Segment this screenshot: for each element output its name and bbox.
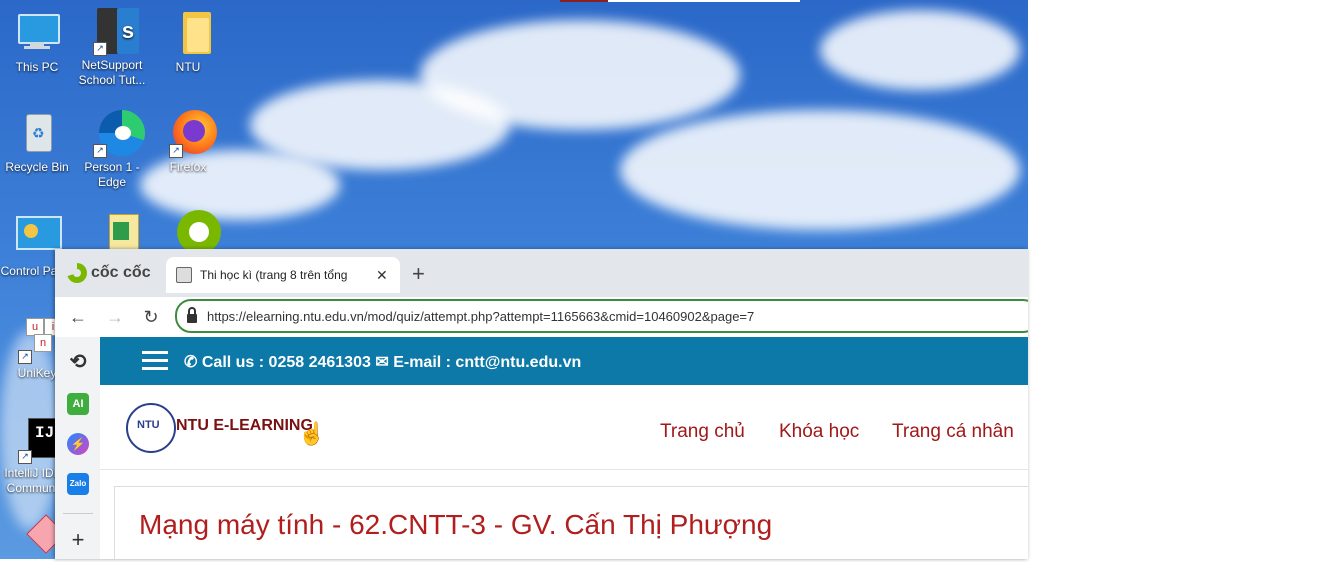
ai-assistant-icon[interactable]: AI [67,393,89,415]
site-logo-text[interactable]: NTU E-LEARNING [176,417,313,435]
control-panel-icon [14,214,62,260]
tab-title: Thi học kì (trang 8 trên tổng [200,268,348,282]
desktop-icon-recycle-bin[interactable]: ♻ Recycle Bin [0,110,74,175]
cloud [420,20,740,130]
edge-icon: ↗ [89,110,145,158]
contact-bar: ✆ Call us : 0258 2461303 ✉ E-mail : cntt… [100,337,1028,385]
desktop-icon-netsupport[interactable]: s ↗ NetSupport School Tut... [75,8,149,88]
site-header: NTU NTU E-LEARNING ☝ Trang chủ Khóa học … [100,385,1028,470]
this-pc-icon [14,10,60,56]
email-link[interactable]: E-mail : cntt@ntu.edu.vn [393,354,581,371]
tab-bar: cốc cốc Thi học kì (trang 8 trên tổng ✕ … [55,249,1028,297]
email-icon: ✉ [375,354,389,371]
phone-icon: ✆ [184,354,198,371]
desktop-icon-label: This PC [15,60,59,74]
address-bar-url[interactable]: https://elearning.ntu.edu.vn/mod/quiz/at… [207,309,754,324]
browser-brand[interactable]: cốc cốc [67,263,151,283]
ntu-logo-icon[interactable]: NTU [126,403,176,453]
netsupport-icon: s ↗ [89,8,139,56]
diagram-icon [14,512,66,558]
intellij-icon: IJ ↗ [14,416,68,464]
tab-active[interactable]: Thi học kì (trang 8 trên tổng ✕ [166,257,400,293]
folder-icon [165,10,211,56]
taskbar-fragment [608,0,800,2]
forward-icon[interactable]: → [104,306,126,328]
nav-courses[interactable]: Khóa học [779,421,859,443]
add-sidebar-app-icon[interactable]: + [67,529,89,551]
desktop-icon-edge[interactable]: ↗ Person 1 - Edge [75,110,149,190]
coccoc-logo-icon [67,263,87,283]
cloud [620,110,1020,230]
sidebar-divider [63,513,93,514]
toolbar: ← → ↻ https://elearning.ntu.edu.vn/mod/q… [55,297,1028,337]
desktop-icon-firefox[interactable]: ↗ Firefox [151,110,225,175]
back-icon[interactable]: ← [67,306,89,328]
desktop-icon-label: NTU [175,60,201,74]
desktop-icon-ntu[interactable]: NTU [151,10,225,75]
course-header-card: Mạng máy tính - 62.CNTT-3 - GV. Cấn Thị … [114,486,1028,559]
desktop-icon-label: Person 1 - Edge [84,160,140,189]
history-icon[interactable]: ⟲ [67,351,89,373]
taskbar-fragment [560,0,608,2]
unikey-icon: u i n ↗ [14,316,62,364]
reload-icon[interactable]: ↻ [140,306,162,328]
logo-mark: NTU [137,419,160,431]
contact-info: ✆ Call us : 0258 2461303 ✉ E-mail : cntt… [184,352,581,372]
course-title: Mạng máy tính - 62.CNTT-3 - GV. Cấn Thị … [139,509,773,540]
web-page: ✆ Call us : 0258 2461303 ✉ E-mail : cntt… [100,337,1028,559]
cloud [820,10,1020,90]
desktop-icon-label: NetSupport School Tut... [78,58,146,87]
desktop-icon-label: Recycle Bin [5,160,69,174]
phone-text: Call us : 0258 2461303 [201,354,371,371]
firefox-icon: ↗ [165,110,217,158]
browser-window: cốc cốc Thi học kì (trang 8 trên tổng ✕ … [55,249,1028,559]
address-bar[interactable]: https://elearning.ntu.edu.vn/mod/quiz/at… [175,299,1028,333]
nav-profile[interactable]: Trang cá nhân [892,421,1014,443]
page-favicon-icon [176,267,192,283]
recycle-bin-icon: ♻ [14,110,60,156]
browser-brand-label: cốc cốc [91,264,151,281]
close-tab-icon[interactable]: ✕ [376,267,388,284]
nav-home[interactable]: Trang chủ [660,421,745,443]
messenger-icon[interactable]: ⚡ [67,433,89,455]
lock-icon [187,306,197,323]
new-tab-icon[interactable]: + [412,261,425,287]
zalo-icon[interactable]: Zalo [67,473,89,495]
browser-sidebar: ⟲ AI ⚡ Zalo + [55,337,100,559]
menu-icon[interactable] [142,351,168,371]
coccoc-icon [165,208,221,254]
pointer-hand-icon: ☝ [298,421,326,446]
desktop-icon-this-pc[interactable]: This PC [0,10,74,75]
desktop-icon-label: Firefox [169,160,207,174]
